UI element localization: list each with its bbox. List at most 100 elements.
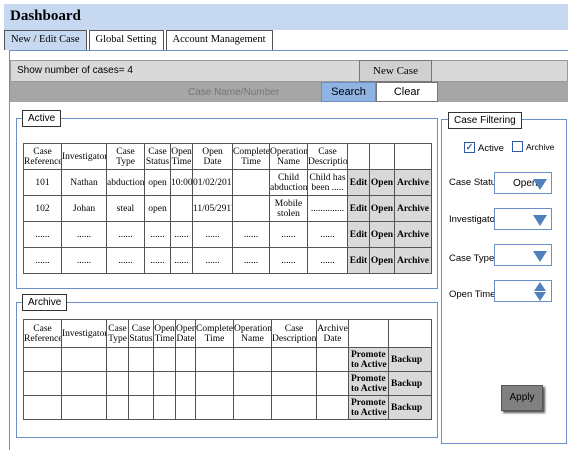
app-title: Dashboard: [10, 8, 81, 24]
table-cell: [128, 371, 154, 396]
column-header: Case Status: [128, 319, 154, 348]
table-header-row: Case Reference Investigator Case Type Case …: [23, 143, 432, 170]
table-row: Promote to Active Backup: [23, 371, 432, 396]
table-cell: Child has been .....: [307, 169, 348, 196]
table-cell: abduction: [106, 169, 145, 196]
active-cases-table: Case Reference Investigator Case Type Case …: [23, 143, 432, 274]
table-cell: ......: [232, 247, 270, 274]
table-cell: [61, 347, 107, 372]
open-time-label: Open Time: [449, 289, 496, 300]
table-cell: [195, 395, 234, 420]
table-cell: 101: [23, 169, 62, 196]
edit-button[interactable]: Edit: [347, 169, 370, 196]
edit-button[interactable]: Edit: [347, 195, 370, 222]
column-header: Case Status: [144, 143, 171, 170]
column-header: Investigator: [61, 143, 107, 170]
table-cell: [175, 371, 196, 396]
search-button[interactable]: Search: [321, 82, 376, 102]
table-cell: Mobile stolen: [269, 195, 308, 222]
table-row: ........................................…: [23, 221, 432, 248]
table-cell: ..............: [307, 195, 348, 222]
column-header: Complete Time: [195, 319, 234, 348]
table-cell: ......: [192, 221, 233, 248]
chevron-down-icon: [533, 215, 547, 226]
table-cell: open: [144, 195, 171, 222]
backup-button[interactable]: Backup: [388, 371, 432, 396]
table-cell: [233, 395, 272, 420]
table-cell: Johan: [61, 195, 107, 222]
open-button[interactable]: Open: [369, 247, 395, 274]
table-cell: [128, 395, 154, 420]
archive-button[interactable]: Archive: [394, 221, 432, 248]
column-header: Open Date: [192, 143, 233, 170]
promote-to-active-button[interactable]: Promote to Active: [348, 395, 389, 420]
edit-button[interactable]: Edit: [347, 221, 370, 248]
clear-button[interactable]: Clear: [376, 82, 438, 102]
open-button[interactable]: Open: [369, 195, 395, 222]
table-cell: 01/02/2017: [192, 169, 233, 196]
open-time-spinner[interactable]: [494, 280, 552, 302]
table-cell: steal: [106, 195, 145, 222]
case-count-bar: Show number of cases= 4: [10, 60, 568, 82]
table-cell: open: [144, 169, 171, 196]
archive-cases-table: Case Reference Investigator Case Type Case …: [23, 319, 432, 420]
archive-legend: Archive: [22, 294, 68, 311]
table-cell: [271, 371, 317, 396]
table-cell: [23, 395, 62, 420]
table-cell: ......: [269, 221, 308, 248]
table-cell: ......: [192, 247, 233, 274]
apply-button[interactable]: Apply: [501, 385, 543, 411]
case-status-dropdown[interactable]: Open: [494, 172, 552, 194]
table-cell: [106, 347, 129, 372]
active-filter-label: Active: [478, 143, 504, 154]
table-cell: Nathan: [61, 169, 107, 196]
spin-up-icon[interactable]: [534, 282, 546, 291]
investigator-dropdown[interactable]: [494, 208, 552, 230]
backup-button[interactable]: Backup: [388, 347, 432, 372]
table-cell: 10:00: [170, 169, 193, 196]
case-filtering-panel: Case Filtering ✓ Active Archive Case Sta…: [441, 112, 567, 444]
tab-new-edit-case[interactable]: New / Edit Case: [4, 30, 87, 50]
edit-button[interactable]: Edit: [347, 247, 370, 274]
table-row: Promote to Active Backup: [23, 347, 432, 372]
archive-button[interactable]: Archive: [394, 247, 432, 274]
tab-strip: New / Edit Case Global Setting Account M…: [4, 30, 275, 50]
column-header: Archive Date: [316, 319, 349, 348]
new-case-button[interactable]: New Case: [359, 60, 432, 82]
column-header: Case Description: [271, 319, 317, 348]
promote-to-active-button[interactable]: Promote to Active: [348, 371, 389, 396]
archive-button[interactable]: Archive: [394, 169, 432, 196]
archive-checkbox[interactable]: [512, 141, 523, 152]
table-cell: ......: [61, 221, 107, 248]
spin-down-icon[interactable]: [534, 292, 546, 301]
open-button[interactable]: Open: [369, 221, 395, 248]
case-type-label: Case Type: [449, 253, 495, 264]
table-cell: ......: [106, 247, 145, 274]
open-button[interactable]: Open: [369, 169, 395, 196]
table-cell: [61, 371, 107, 396]
table-cell: ......: [232, 221, 270, 248]
table-cell: [195, 371, 234, 396]
column-header: Case Description: [307, 143, 348, 170]
case-count-label: Show number of cases= 4: [17, 65, 133, 76]
table-row: 102 Johan steal open 11/05/2917 Mobile stolen…: [23, 195, 432, 222]
case-status-label: Case Status: [449, 177, 501, 188]
table-row: 101 Nathan abduction open 10:00 01/02/2017 Chi…: [23, 169, 432, 196]
search-input[interactable]: [184, 82, 321, 102]
archive-button[interactable]: Archive: [394, 195, 432, 222]
table-cell: ......: [307, 221, 348, 248]
active-checkbox[interactable]: ✓: [464, 142, 475, 153]
table-cell: ......: [144, 221, 171, 248]
table-header-row: Case Reference Investigator Case Type Case …: [23, 319, 432, 348]
chevron-down-icon: [533, 179, 547, 190]
active-legend: Active: [22, 110, 62, 127]
table-cell: [153, 395, 176, 420]
promote-to-active-button[interactable]: Promote to Active: [348, 347, 389, 372]
column-header: Open Date: [175, 319, 196, 348]
case-type-dropdown[interactable]: [494, 244, 552, 266]
tab-account-management[interactable]: Account Management: [165, 30, 273, 50]
column-header: Case Type: [106, 143, 145, 170]
column-header: Open Time: [153, 319, 176, 348]
backup-button[interactable]: Backup: [388, 395, 432, 420]
tab-global-setting[interactable]: Global Setting: [88, 30, 164, 50]
